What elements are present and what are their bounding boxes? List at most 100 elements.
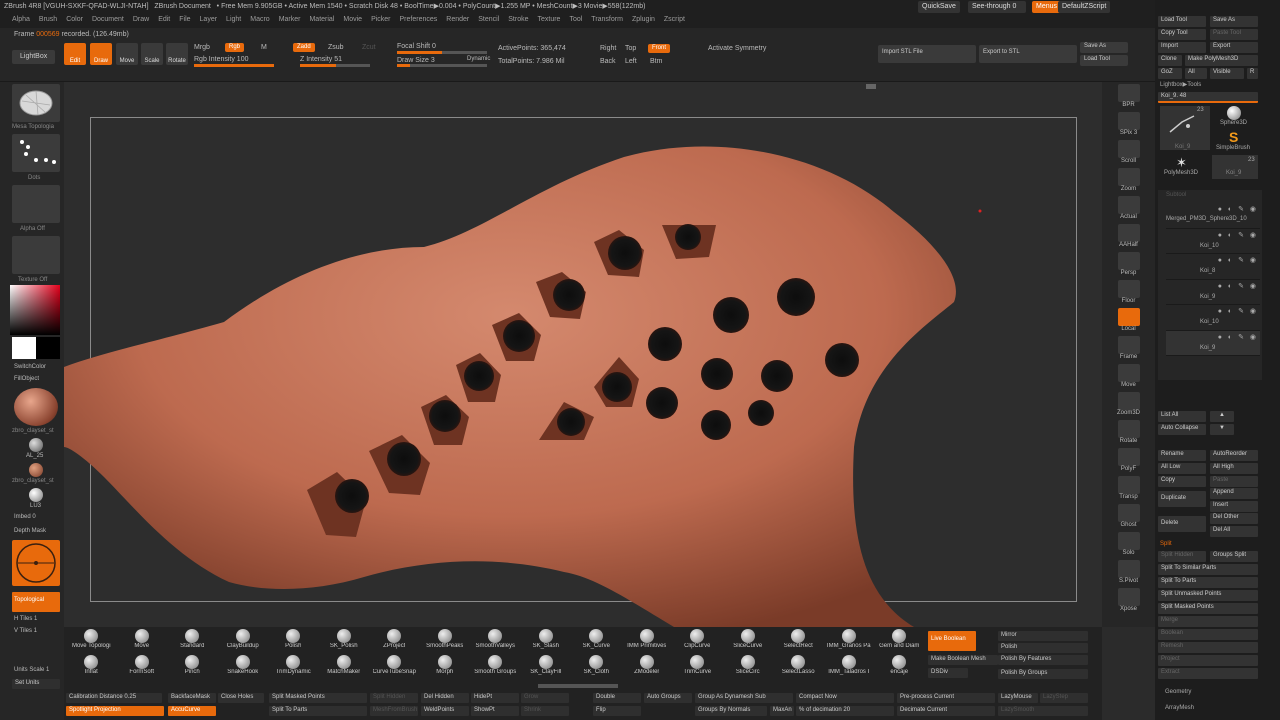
maxangle-slider[interactable]: MaxAn <box>770 706 794 716</box>
view-bottom-button[interactable]: Btm <box>650 58 662 65</box>
tray-spix-3-button[interactable]: SPix 3 <box>1102 112 1155 137</box>
backfacemask-button[interactable]: BackfaceMask <box>168 693 216 703</box>
brush-trimcurve[interactable]: TrimCurve <box>672 655 723 681</box>
color-picker[interactable] <box>10 285 60 335</box>
brush-morph[interactable]: Morph <box>420 655 471 681</box>
menus-button[interactable]: Menus <box>1032 1 1062 13</box>
subtool-item[interactable]: ● ◐ ✎ ◉ Koi_10 <box>1166 229 1260 254</box>
move-down-button[interactable]: ▼ <box>1210 424 1234 435</box>
brush-move-topologi[interactable]: Move Topologi <box>66 629 117 655</box>
tray-zoom-button[interactable]: Zoom <box>1102 168 1155 193</box>
subtool-header[interactable]: Subtool <box>1166 192 1186 198</box>
brush-palette-scroll[interactable] <box>538 684 618 688</box>
menu-layer[interactable]: Layer <box>200 16 218 23</box>
split-to-parts-button[interactable]: Split To Parts <box>269 706 367 716</box>
draw-size-slider[interactable]: Draw Size 3 <box>397 57 435 64</box>
compact-now-button[interactable]: Compact Now <box>796 693 894 703</box>
autoreorder-button[interactable]: AutoReorder <box>1210 450 1258 461</box>
project-section[interactable]: Project <box>1158 655 1258 666</box>
brush-sk-polish[interactable]: SK_Polish <box>319 629 370 655</box>
menu-document[interactable]: Document <box>92 16 124 23</box>
tray-transp-button[interactable]: Transp <box>1102 476 1155 501</box>
brush-inflat[interactable]: Inflat <box>66 655 117 681</box>
brush-sk-curve[interactable]: SK_Curve <box>571 629 622 655</box>
tray-polyf-button[interactable]: PolyF <box>1102 448 1155 473</box>
clone-button[interactable]: Clone <box>1158 55 1182 66</box>
menu-tool[interactable]: Tool <box>569 16 582 23</box>
split-masked-points-panel-button[interactable]: Split Masked Points <box>1158 603 1258 614</box>
view-right-button[interactable]: Right <box>600 45 616 52</box>
lazysmooth-slider[interactable]: LazySmooth <box>998 706 1088 716</box>
hidept-button[interactable]: HidePt <box>471 693 519 703</box>
polish-by-features-slider[interactable]: Polish By Features <box>998 655 1088 665</box>
menu-file[interactable]: File <box>179 16 190 23</box>
move-up-button[interactable]: ▲ <box>1210 411 1234 422</box>
menu-draw[interactable]: Draw <box>133 16 149 23</box>
split-hidden-panel-button[interactable]: Split Hidden <box>1158 551 1206 562</box>
topological-button[interactable]: Topological <box>12 592 60 612</box>
menu-light[interactable]: Light <box>226 16 241 23</box>
goz-visible-button[interactable]: Visible <box>1210 68 1244 79</box>
goz-button[interactable]: GoZ <box>1158 68 1182 79</box>
brush-encaje[interactable]: encaje <box>874 655 925 681</box>
auto-collapse-button[interactable]: Auto Collapse <box>1158 424 1206 435</box>
zadd-toggle[interactable]: Zadd <box>293 43 315 52</box>
material-sphere[interactable] <box>14 388 58 426</box>
brush-sk-cloth[interactable]: SK_Cloth <box>571 655 622 681</box>
split-hidden-button[interactable]: Split Hidden <box>370 693 418 703</box>
export-stl-button[interactable]: Export to STL <box>979 45 1077 63</box>
polish-slider[interactable]: Polish <box>998 643 1088 653</box>
texture-thumbnail[interactable] <box>12 236 60 274</box>
koi-model[interactable] <box>64 117 1102 627</box>
brush-sk-clayfill[interactable]: SK_ClayFill <box>521 655 572 681</box>
make-polymesh-button[interactable]: Make PolyMesh3D <box>1185 55 1258 66</box>
material2-icon[interactable] <box>29 463 43 477</box>
menu-zscript[interactable]: Zscript <box>664 16 685 23</box>
brush-curvetubesnap[interactable]: CurveTubeSnap <box>369 655 420 681</box>
menu-color[interactable]: Color <box>66 16 83 23</box>
menu-brush[interactable]: Brush <box>39 16 57 23</box>
brush-zmodeler[interactable]: ZModeler <box>622 655 673 681</box>
load-tool-panel-button[interactable]: Load Tool <box>1158 16 1206 27</box>
menu-stroke[interactable]: Stroke <box>508 16 528 23</box>
tray-xpose-button[interactable]: Xpose <box>1102 588 1155 613</box>
lazystep-slider[interactable]: LazyStep <box>1040 693 1088 703</box>
arraymesh-section[interactable]: ArrayMesh <box>1165 705 1194 711</box>
save-as-button[interactable]: Save As <box>1080 42 1128 53</box>
brush-pinch[interactable]: Pinch <box>167 655 218 681</box>
split-to-similar-parts-button[interactable]: Split To Similar Parts <box>1158 564 1258 575</box>
brush-imm-granos-pa[interactable]: IMM_Granos Pa <box>824 629 875 655</box>
insert-button[interactable]: Insert <box>1210 501 1258 512</box>
spotlight-projection-button[interactable]: Spotlight Projection <box>66 706 164 716</box>
grow-button[interactable]: Grow <box>521 693 569 703</box>
subtool-item[interactable]: ● ◐ ✎ ◉ Merged_PM3D_Sphere3D_10 <box>1166 203 1260 229</box>
append-button[interactable]: Append <box>1210 488 1258 499</box>
set-units-button[interactable]: Set Units <box>12 679 60 689</box>
subtool-item[interactable]: ● ◐ ✎ ◉ Koi_8 <box>1166 254 1260 280</box>
all-high-button[interactable]: All High <box>1210 463 1258 474</box>
dsdiv-button[interactable]: DSDiv <box>928 668 968 678</box>
split-masked-points-button[interactable]: Split Masked Points <box>269 693 367 703</box>
tray-frame-button[interactable]: Frame <box>1102 336 1155 361</box>
split-section-header[interactable]: Split <box>1160 541 1172 547</box>
boolean-section[interactable]: Boolean <box>1158 629 1258 640</box>
export-button[interactable]: Export <box>1210 42 1258 53</box>
brush-claybuildup[interactable]: ClayBuildup <box>218 629 269 655</box>
brush-smoothpeaks[interactable]: SmoothPeaks <box>420 629 471 655</box>
v-tiles-slider[interactable]: V Tiles 1 <box>14 628 37 634</box>
switchcolor-button[interactable]: SwitchColor <box>14 364 46 370</box>
subtool-visibility-icon[interactable]: ● ◐ ✎ ◉ <box>1218 282 1258 290</box>
rotate-button[interactable]: Rotate <box>166 43 188 65</box>
menu-preferences[interactable]: Preferences <box>400 16 438 23</box>
live-boolean-button[interactable]: Live Boolean <box>928 631 976 651</box>
menu-material[interactable]: Material <box>309 16 334 23</box>
paste-tool-button[interactable]: Paste Tool <box>1210 29 1258 40</box>
paste-button[interactable]: Paste <box>1210 476 1258 487</box>
zcut-toggle[interactable]: Zcut <box>362 44 376 51</box>
merge-section[interactable]: Merge <box>1158 616 1258 627</box>
tray-ghost-button[interactable]: Ghost <box>1102 504 1155 529</box>
mrgb-toggle[interactable]: Mrgb <box>194 44 210 51</box>
sphere3d-icon[interactable] <box>1227 106 1241 120</box>
menu-picker[interactable]: Picker <box>371 16 390 23</box>
polish-by-groups-slider[interactable]: Polish By Groups <box>998 669 1088 679</box>
